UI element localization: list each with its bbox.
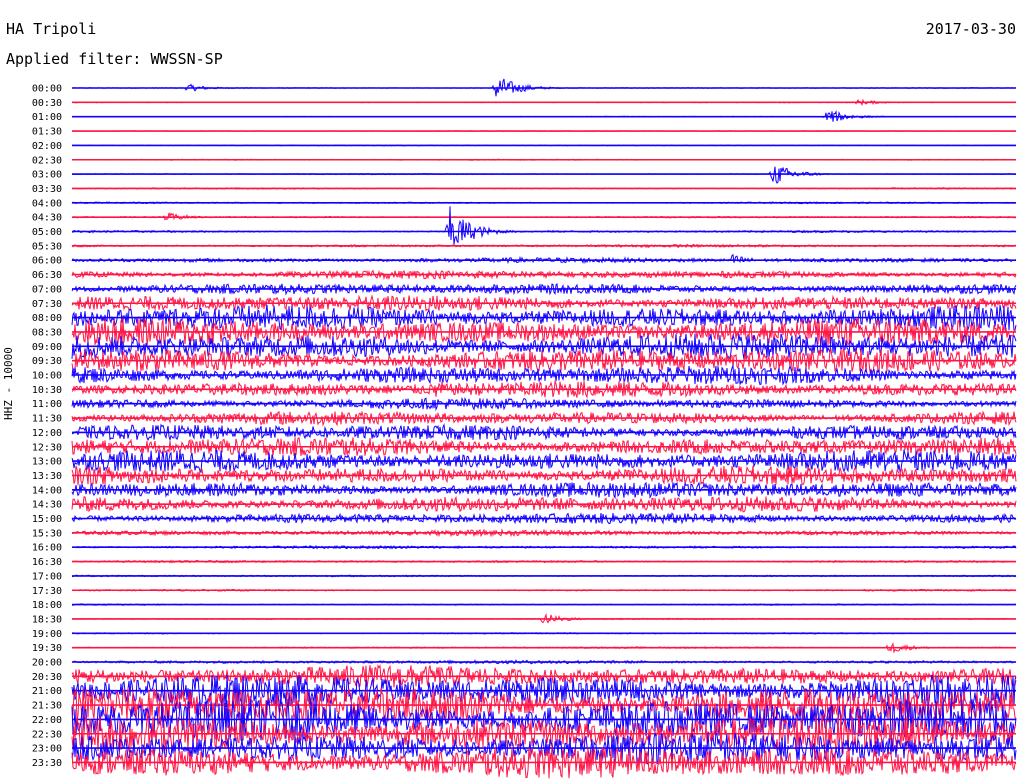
- time-tick-label: 00:30: [32, 98, 62, 109]
- time-tick-label: 06:00: [32, 256, 62, 267]
- time-tick-label: 15:00: [32, 514, 62, 525]
- time-tick-label: 04:00: [32, 198, 62, 209]
- time-tick-label: 16:30: [32, 557, 62, 568]
- time-tick-label: 20:30: [32, 672, 62, 683]
- time-tick-label: 05:30: [32, 241, 62, 252]
- time-tick-label: 19:00: [32, 629, 62, 640]
- time-tick-label: 01:00: [32, 112, 62, 123]
- seismic-trace-line: [71, 253, 1017, 265]
- time-tick-label: 03:00: [32, 170, 62, 181]
- time-tick-label: 18:30: [32, 614, 62, 625]
- time-tick-label: 14:30: [32, 500, 62, 511]
- time-tick-label: 18:00: [32, 600, 62, 611]
- time-tick-label: 22:00: [32, 715, 62, 726]
- time-tick-label: 12:30: [32, 442, 62, 453]
- time-tick-label: 08:00: [32, 313, 62, 324]
- time-tick-label: 17:00: [32, 571, 62, 582]
- time-tick-label: 16:00: [32, 543, 62, 554]
- time-tick-label: 13:30: [32, 471, 62, 482]
- seismic-trace-line: [71, 206, 1017, 245]
- time-tick-label: 19:30: [32, 643, 62, 654]
- time-tick-label: 02:30: [32, 155, 62, 166]
- time-tick-label: 09:00: [32, 342, 62, 353]
- time-tick-label: 10:00: [32, 371, 62, 382]
- time-tick-label: 21:00: [32, 686, 62, 697]
- time-tick-label: 21:30: [32, 701, 62, 712]
- time-tick-label: 06:30: [32, 270, 62, 281]
- time-tick-label: 17:30: [32, 586, 62, 597]
- time-tick-label: 23:30: [32, 758, 62, 769]
- time-tick-label: 23:00: [32, 744, 62, 755]
- time-tick-label: 22:30: [32, 729, 62, 740]
- time-tick-label: 01:30: [32, 127, 62, 138]
- time-tick-label: 13:00: [32, 457, 62, 468]
- time-tick-label: 07:30: [32, 299, 62, 310]
- time-tick-label: 02:00: [32, 141, 62, 152]
- time-tick-label: 00:00: [32, 84, 62, 95]
- time-tick-label: 05:00: [32, 227, 62, 238]
- time-tick-label: 10:30: [32, 385, 62, 396]
- time-tick-label: 03:30: [32, 184, 62, 195]
- time-tick-label: 11:30: [32, 414, 62, 425]
- time-tick-label: 09:30: [32, 356, 62, 367]
- time-tick-label: 07:00: [32, 284, 62, 295]
- time-tick-label: 15:30: [32, 528, 62, 539]
- time-tick-label: 12:00: [32, 428, 62, 439]
- time-tick-label: 20:00: [32, 658, 62, 669]
- time-tick-label: 04:30: [32, 213, 62, 224]
- time-tick-label: 08:30: [32, 327, 62, 338]
- seismogram-plot: 00:00 00:30 01:00 01:30 02:00 02:30 03:00 03:30…: [32, 78, 1017, 779]
- time-tick-label: 14:00: [32, 485, 62, 496]
- time-tick-label: 11:00: [32, 399, 62, 410]
- seismic-trace-line: [71, 212, 1017, 221]
